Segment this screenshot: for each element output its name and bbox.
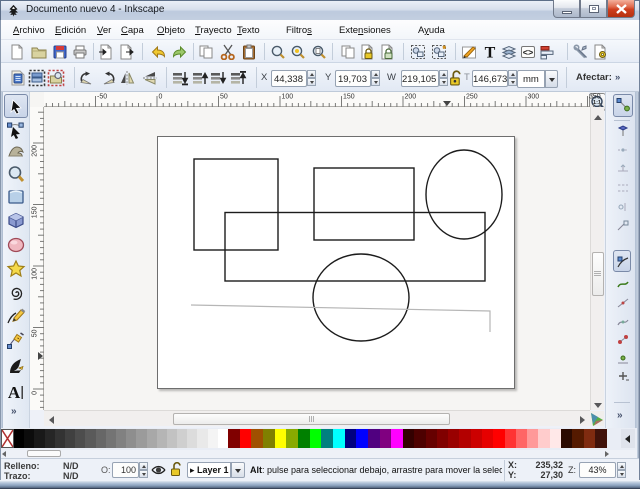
svg-text:200: 200 bbox=[405, 94, 417, 101]
svg-text:-50: -50 bbox=[97, 94, 107, 101]
svg-text:200: 200 bbox=[32, 145, 39, 157]
svg-text:100: 100 bbox=[282, 94, 294, 101]
svg-text:150: 150 bbox=[343, 94, 355, 101]
svg-text:T: T bbox=[485, 45, 496, 61]
svg-text:0: 0 bbox=[159, 94, 163, 101]
svg-text:100: 100 bbox=[32, 268, 39, 280]
svg-text:<>: <> bbox=[523, 48, 534, 58]
svg-text:50: 50 bbox=[32, 329, 39, 337]
svg-text:350: 350 bbox=[589, 94, 601, 101]
svg-text:250: 250 bbox=[466, 94, 478, 101]
svg-text:300: 300 bbox=[528, 94, 540, 101]
svg-text:150: 150 bbox=[32, 206, 39, 218]
svg-text:A: A bbox=[8, 383, 21, 402]
svg-text:50: 50 bbox=[220, 94, 228, 101]
svg-text:0: 0 bbox=[32, 391, 39, 395]
